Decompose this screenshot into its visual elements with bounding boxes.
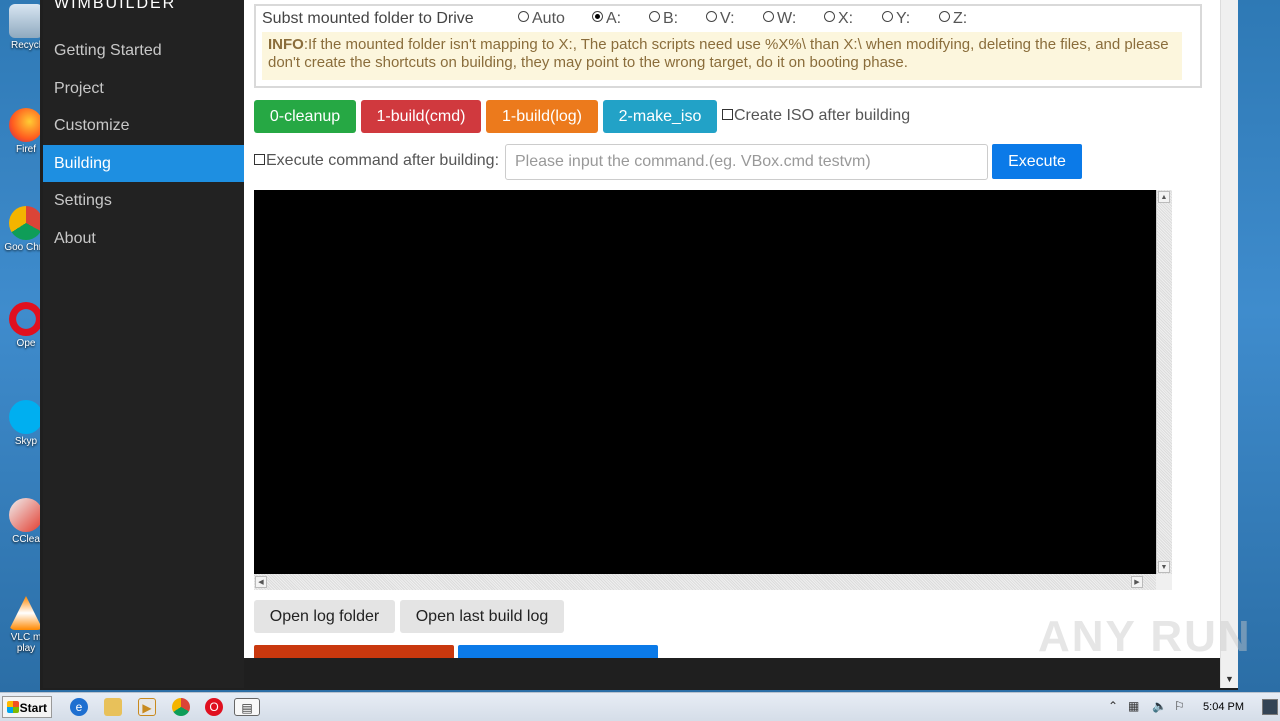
- scroll-down-icon[interactable]: ▼: [1158, 561, 1170, 573]
- radio-label: Auto: [532, 10, 565, 27]
- radio-x[interactable]: X:: [824, 10, 853, 28]
- taskbar: Start e ▶ O ▤ ⌃ ▦ 🔈 ⚐ 5:04 PM: [0, 692, 1280, 721]
- tray-expand-icon[interactable]: ⌃: [1108, 699, 1118, 713]
- radio-circle-icon: [882, 11, 893, 22]
- chrome-icon: [9, 206, 43, 240]
- create-iso-checkbox[interactable]: Create ISO after building: [722, 107, 910, 125]
- create-iso-label: Create ISO after building: [734, 107, 911, 124]
- scroll-right-icon[interactable]: ▶: [1131, 576, 1143, 588]
- scroll-up-icon[interactable]: ▲: [1158, 191, 1170, 203]
- subst-drive-label: Subst mounted folder to Drive: [262, 10, 474, 27]
- cut-off-orange-button[interactable]: [254, 645, 454, 658]
- start-label: Start: [19, 701, 47, 715]
- cut-off-blue-button[interactable]: [458, 645, 658, 658]
- recycle-bin-icon: [9, 4, 43, 38]
- chrome-icon[interactable]: [172, 698, 190, 716]
- skype-icon: [9, 400, 43, 434]
- show-desktop-icon[interactable]: [1262, 699, 1278, 715]
- radio-circle-icon: [706, 11, 717, 22]
- window-bottom-area: [244, 658, 1220, 688]
- radio-circle-icon: [592, 11, 603, 22]
- radio-label: V:: [720, 10, 735, 27]
- command-input[interactable]: [505, 144, 988, 180]
- open-log-folder-button[interactable]: Open log folder: [254, 600, 395, 633]
- sidebar-item-customize[interactable]: Customize: [43, 107, 244, 145]
- info-title: INFO: [268, 36, 304, 53]
- desktop-icon-label: Ope: [16, 338, 36, 349]
- radio-circle-icon: [939, 11, 950, 22]
- build-log-button[interactable]: 1-build(log): [486, 100, 598, 133]
- app-window: WIMBUILDER Getting Started Project Custo…: [40, 0, 1238, 690]
- action-center-flag-icon[interactable]: ⚐: [1174, 699, 1185, 713]
- radio-circle-icon: [763, 11, 774, 22]
- media-player-icon[interactable]: ▶: [138, 698, 156, 716]
- console-horizontal-scrollbar[interactable]: ◀ ▶: [254, 574, 1156, 590]
- info-message: INFO:If the mounted folder isn't mapping…: [262, 32, 1182, 80]
- system-tray: ⌃ ▦ 🔈 ⚐ 5:04 PM: [1102, 695, 1280, 719]
- exec-after-checkbox[interactable]: Execute command after building:: [254, 152, 499, 170]
- make-iso-button[interactable]: 2-make_iso: [603, 100, 717, 133]
- radio-circle-icon: [518, 11, 529, 22]
- ccleaner-icon: [9, 498, 43, 532]
- radio-y[interactable]: Y:: [882, 10, 910, 28]
- sidebar-item-settings[interactable]: Settings: [43, 182, 244, 220]
- radio-auto[interactable]: Auto: [518, 10, 565, 28]
- sidebar-item-project[interactable]: Project: [43, 70, 244, 108]
- radio-label: W:: [777, 10, 797, 27]
- radio-label: B:: [663, 10, 679, 27]
- radio-label: X:: [838, 10, 854, 27]
- subst-drive-box: Subst mounted folder to Drive Auto A: B:…: [254, 4, 1202, 88]
- desktop-icon-label: Skyp: [14, 436, 38, 447]
- scroll-left-icon[interactable]: ◀: [255, 576, 267, 588]
- build-console[interactable]: [254, 190, 1156, 574]
- building-panel: Subst mounted folder to Drive Auto A: B:…: [244, 0, 1220, 658]
- firefox-icon: [9, 108, 43, 142]
- network-icon[interactable]: ▦: [1128, 699, 1139, 713]
- scroll-down-icon[interactable]: ▼: [1221, 671, 1238, 688]
- cleanup-button[interactable]: 0-cleanup: [254, 100, 356, 133]
- opera-icon: [9, 302, 43, 336]
- wimbuilder-taskbar-icon[interactable]: ▤: [234, 698, 260, 716]
- radio-label: Y:: [896, 10, 911, 27]
- watermark: ANY RUN: [1038, 612, 1252, 661]
- desktop-icon-label: VLC m play: [10, 632, 42, 654]
- sidebar-item-building[interactable]: Building: [43, 144, 244, 182]
- sidebar-item-getting-started[interactable]: Getting Started: [43, 32, 244, 70]
- radio-w[interactable]: W:: [763, 10, 796, 28]
- checkbox-icon[interactable]: [254, 154, 265, 165]
- radio-b[interactable]: B:: [649, 10, 678, 28]
- start-button[interactable]: Start: [2, 696, 52, 718]
- windows-logo-icon: [7, 701, 19, 713]
- radio-circle-icon: [649, 11, 660, 22]
- console-vertical-scrollbar[interactable]: ▲ ▼: [1156, 190, 1172, 574]
- volume-icon[interactable]: 🔈: [1152, 699, 1167, 713]
- vlc-icon: [9, 596, 43, 630]
- sidebar: WIMBUILDER Getting Started Project Custo…: [43, 0, 244, 688]
- sidebar-item-about[interactable]: About: [43, 220, 244, 258]
- taskbar-clock[interactable]: 5:04 PM: [1203, 701, 1244, 713]
- opera-icon[interactable]: O: [205, 698, 223, 716]
- execute-button[interactable]: Execute: [992, 144, 1082, 179]
- radio-circle-icon: [824, 11, 835, 22]
- internet-explorer-icon[interactable]: e: [70, 698, 88, 716]
- file-explorer-icon[interactable]: [104, 698, 122, 716]
- radio-z[interactable]: Z:: [939, 10, 967, 28]
- desktop-icon-label: CClea: [12, 534, 40, 545]
- radio-v[interactable]: V:: [706, 10, 735, 28]
- exec-after-label: Execute command after building:: [266, 152, 500, 169]
- window-vertical-scrollbar[interactable]: ▼: [1220, 0, 1238, 688]
- open-last-build-log-button[interactable]: Open last build log: [400, 600, 564, 633]
- desktop-icon-label: Firef: [16, 144, 36, 155]
- info-text: :If the mounted folder isn't mapping to …: [268, 36, 1169, 71]
- checkbox-icon[interactable]: [722, 109, 733, 120]
- build-cmd-button[interactable]: 1-build(cmd): [361, 100, 481, 133]
- app-brand: WIMBUILDER: [54, 0, 177, 10]
- scrollbar-corner: [1156, 574, 1172, 590]
- desktop-icon-label: Recycl: [10, 40, 41, 51]
- radio-label: A:: [606, 10, 622, 27]
- radio-a[interactable]: A:: [592, 10, 621, 28]
- radio-label: Z:: [953, 10, 968, 27]
